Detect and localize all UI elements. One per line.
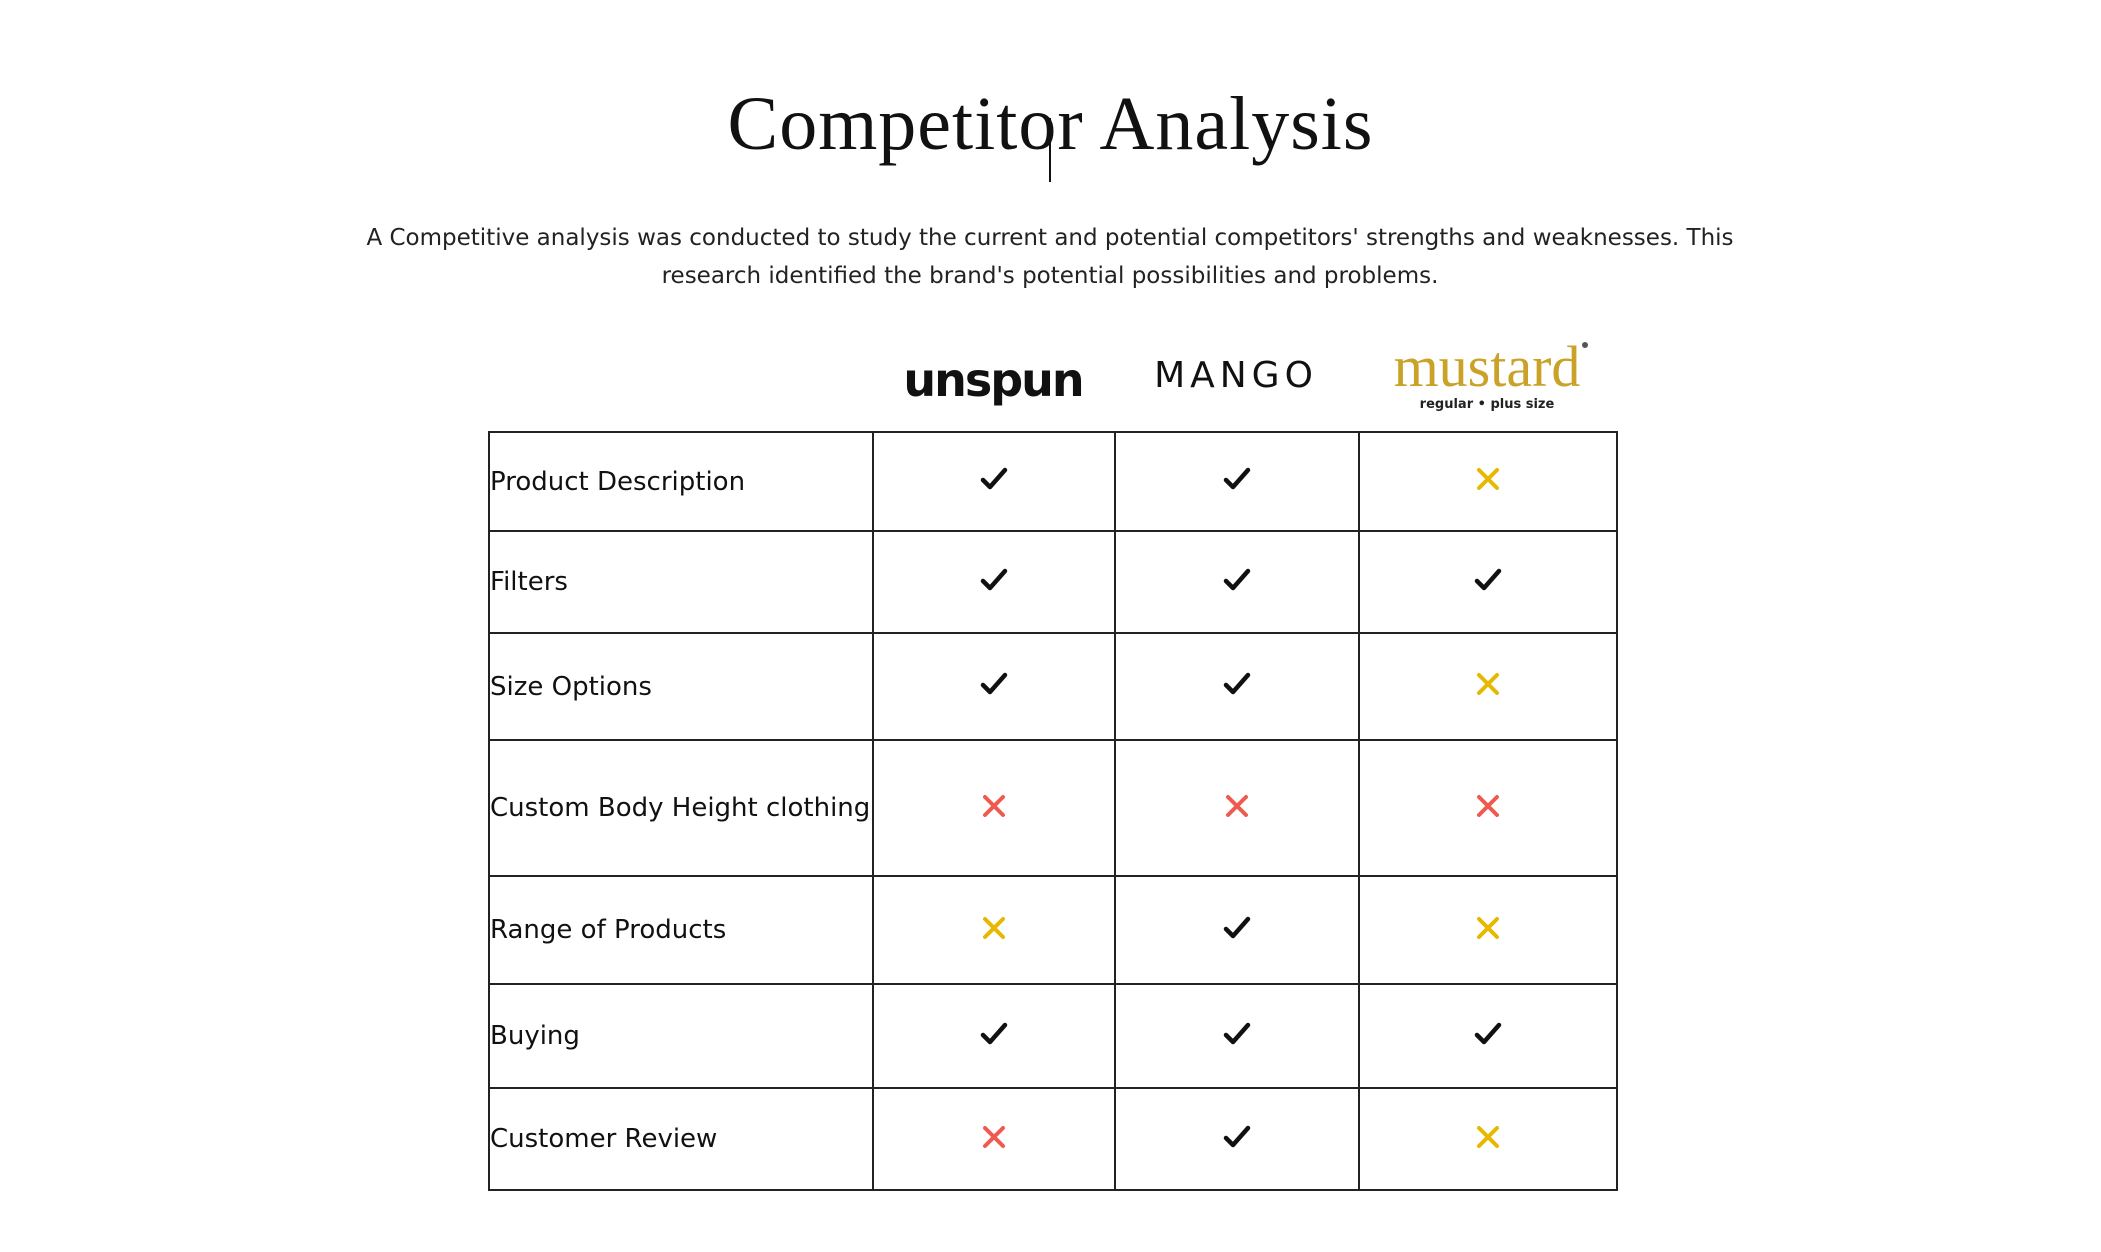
check-icon: [977, 563, 1011, 597]
red-cross-icon: [1471, 789, 1505, 823]
mango-logo-text: MANGO: [1154, 354, 1318, 396]
mustard-logo-word: mustard: [1393, 333, 1581, 399]
check-icon: [1220, 667, 1254, 701]
table-row: Custom Body Height clothing: [488, 739, 1618, 877]
mark-cell: [1358, 983, 1618, 1089]
feature-label: Customer Review: [488, 1087, 874, 1191]
competitor-table: Product Description Filters Size Options…: [488, 431, 1618, 1191]
mark-cell: [1114, 1087, 1360, 1191]
yellow-cross-icon: [1471, 911, 1505, 945]
check-icon: [977, 1017, 1011, 1051]
unspun-logo-text: unspun: [903, 353, 1084, 407]
feature-label: Product Description: [488, 431, 874, 532]
check-icon: [977, 667, 1011, 701]
feature-label: Filters: [488, 530, 874, 634]
mustard-logo: mustard regular • plus size: [1358, 337, 1616, 412]
table-row: Filters: [488, 530, 1618, 634]
mustard-logo-text: mustard: [1394, 337, 1589, 396]
feature-label: Size Options: [488, 632, 874, 741]
mark-cell: [1114, 875, 1360, 985]
yellow-cross-icon: [1471, 462, 1505, 496]
mark-cell: [1358, 1087, 1618, 1191]
mark-cell: [872, 632, 1116, 741]
unspun-logo: unspun: [872, 345, 1114, 415]
mark-cell: [872, 739, 1116, 877]
mark-cell: [1358, 431, 1618, 532]
title-divider: [1049, 118, 1051, 182]
table-row: Range of Products: [488, 875, 1618, 985]
mark-cell: [1114, 431, 1360, 532]
feature-label: Range of Products: [488, 875, 874, 985]
check-icon: [1220, 911, 1254, 945]
table-row: Size Options: [488, 632, 1618, 741]
check-icon: [1220, 462, 1254, 496]
red-cross-icon: [977, 1120, 1011, 1154]
mustard-tagline: regular • plus size: [1419, 396, 1555, 412]
table-row: Buying: [488, 983, 1618, 1089]
mark-cell: [872, 530, 1116, 634]
feature-label: Custom Body Height clothing: [488, 739, 874, 877]
red-cross-icon: [1220, 789, 1254, 823]
mark-cell: [1358, 875, 1618, 985]
mark-cell: [872, 431, 1116, 532]
check-icon: [1471, 1017, 1505, 1051]
yellow-cross-icon: [1471, 1120, 1505, 1154]
mango-logo: MANGO: [1114, 345, 1358, 405]
yellow-cross-icon: [1471, 667, 1505, 701]
mark-cell: [1358, 530, 1618, 634]
check-icon: [1220, 563, 1254, 597]
registered-mark-icon: [1582, 341, 1589, 348]
check-icon: [977, 462, 1011, 496]
check-icon: [1471, 563, 1505, 597]
intro-paragraph: A Competitive analysis was conducted to …: [366, 225, 1734, 289]
mark-cell: [1114, 739, 1360, 877]
mark-cell: [1358, 632, 1618, 741]
mark-cell: [1358, 739, 1618, 877]
mark-cell: [872, 1087, 1116, 1191]
mark-cell: [872, 875, 1116, 985]
mark-cell: [1114, 530, 1360, 634]
table-row: Customer Review: [488, 1087, 1618, 1191]
mark-cell: [1114, 983, 1360, 1089]
yellow-cross-icon: [977, 911, 1011, 945]
feature-label: Buying: [488, 983, 874, 1089]
mark-cell: [1114, 632, 1360, 741]
table-row: Product Description: [488, 431, 1618, 532]
red-cross-icon: [977, 789, 1011, 823]
mark-cell: [872, 983, 1116, 1089]
check-icon: [1220, 1120, 1254, 1154]
check-icon: [1220, 1017, 1254, 1051]
